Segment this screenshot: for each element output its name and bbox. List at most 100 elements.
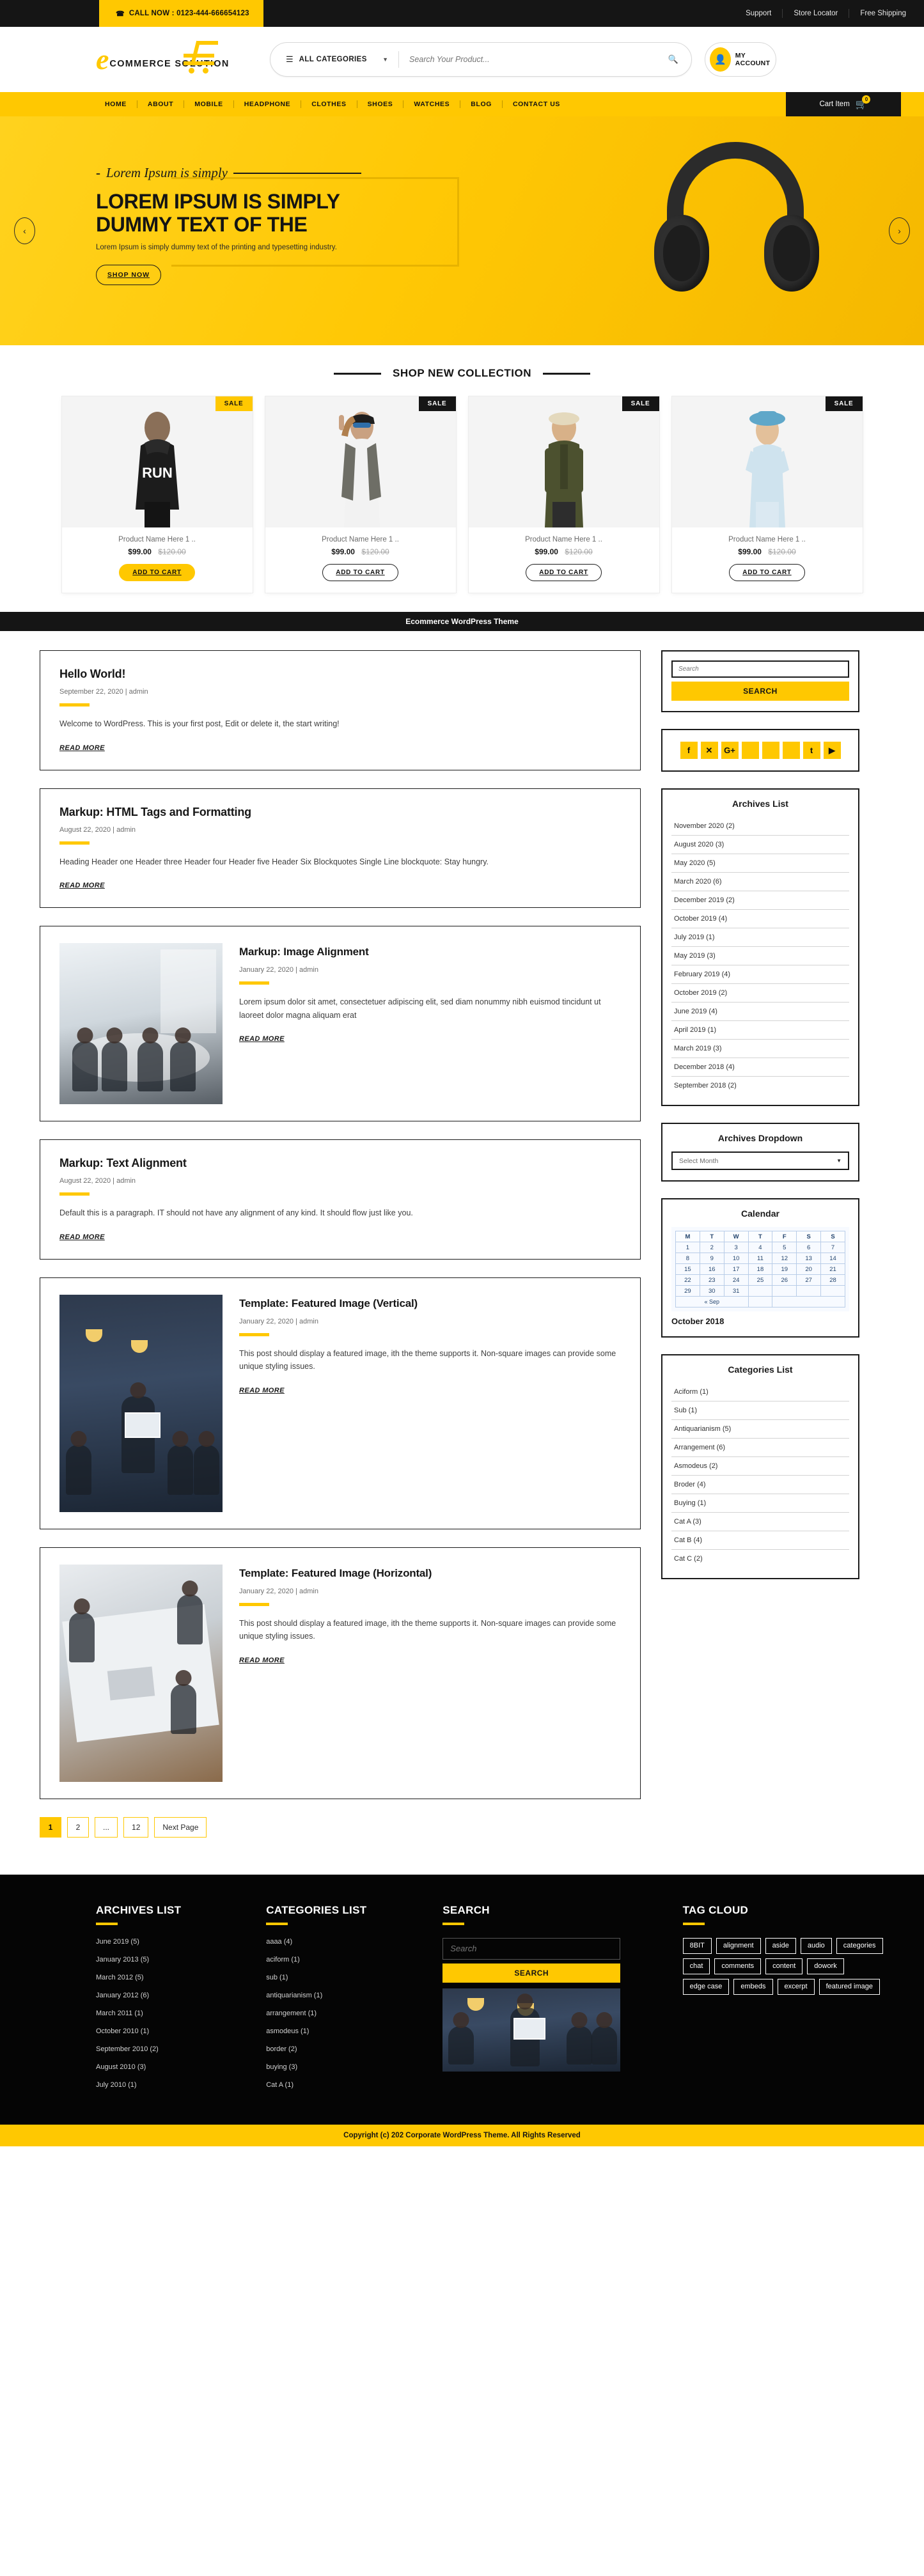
archive-item[interactable]: April 2019 (1) — [671, 1021, 849, 1040]
topbar-link-store-locator[interactable]: Store Locator — [783, 9, 850, 18]
calendar-day[interactable]: 9 — [699, 1253, 724, 1264]
footer-archive-item[interactable]: October 2010 (1) — [96, 2027, 266, 2035]
next-page-button[interactable]: Next Page — [154, 1816, 207, 1838]
tag-item[interactable]: featured image — [818, 1978, 880, 1995]
archive-item[interactable]: November 2020 (2) — [671, 817, 849, 836]
carousel-next-button[interactable]: › — [889, 217, 910, 244]
footer-archive-item[interactable]: September 2010 (2) — [96, 2045, 266, 2053]
category-item[interactable]: Aciform (1) — [671, 1383, 849, 1401]
calendar-day[interactable]: 11 — [748, 1253, 773, 1264]
nav-item-home[interactable]: HOME — [95, 100, 137, 108]
product-search-input[interactable] — [399, 55, 655, 64]
calendar-prev-month-link[interactable]: « Sep — [675, 1296, 749, 1308]
footer-category-item[interactable]: arrangement (1) — [266, 2010, 442, 2017]
calendar-day[interactable]: 16 — [699, 1263, 724, 1275]
category-item[interactable]: Arrangement (6) — [671, 1439, 849, 1457]
topbar-link-support[interactable]: Support — [735, 9, 783, 18]
tag-item[interactable]: excerpt — [777, 1978, 815, 1995]
tag-item[interactable]: alignment — [716, 1937, 761, 1954]
topbar-link-free-shipping[interactable]: Free Shipping — [849, 9, 906, 18]
product-card[interactable]: SALE Product Name Here 1 .. $99.00 $120.… — [468, 396, 659, 593]
footer-archive-item[interactable]: January 2012 (6) — [96, 1992, 266, 1999]
archive-item[interactable]: December 2018 (4) — [671, 1058, 849, 1077]
archive-item[interactable]: June 2019 (4) — [671, 1003, 849, 1021]
calendar-day[interactable]: 6 — [796, 1242, 822, 1253]
read-more-link[interactable]: READ MORE — [59, 744, 105, 752]
social-icon-6[interactable] — [782, 742, 800, 759]
calendar-day[interactable]: 24 — [723, 1274, 749, 1286]
calendar-day[interactable]: 21 — [820, 1263, 845, 1275]
facebook-icon[interactable]: f — [680, 742, 698, 759]
google-plus-icon[interactable]: G+ — [721, 742, 739, 759]
calendar-day[interactable]: 31 — [723, 1285, 749, 1297]
calendar-day[interactable]: 2 — [699, 1242, 724, 1253]
post-title[interactable]: Template: Featured Image (Vertical) — [239, 1297, 621, 1311]
nav-item-blog[interactable]: BLOG — [460, 100, 503, 108]
footer-archive-item[interactable]: July 2010 (1) — [96, 2081, 266, 2089]
tag-item[interactable]: dowork — [807, 1958, 844, 1974]
archive-item[interactable]: March 2019 (3) — [671, 1040, 849, 1058]
archive-item[interactable]: September 2018 (2) — [671, 1077, 849, 1095]
calendar-day[interactable]: 19 — [772, 1263, 797, 1275]
category-item[interactable]: Antiquarianism (5) — [671, 1420, 849, 1439]
category-item[interactable]: Cat B (4) — [671, 1531, 849, 1550]
calendar-day[interactable]: 3 — [723, 1242, 749, 1253]
tag-item[interactable]: edge case — [682, 1978, 730, 1995]
shop-now-button[interactable]: SHOP NOW — [96, 265, 161, 286]
calendar-day[interactable]: 7 — [820, 1242, 845, 1253]
footer-category-item[interactable]: aciform (1) — [266, 1956, 442, 1963]
nav-item-clothes[interactable]: CLOTHES — [301, 100, 357, 108]
calendar-day[interactable]: 1 — [675, 1242, 700, 1253]
tag-item[interactable]: content — [765, 1958, 803, 1974]
calendar-day[interactable]: 27 — [796, 1274, 822, 1286]
calendar-day[interactable]: 30 — [699, 1285, 724, 1297]
nav-item-headphone[interactable]: HEADPHONE — [234, 100, 302, 108]
category-item[interactable]: Buying (1) — [671, 1494, 849, 1513]
social-icon-4[interactable] — [741, 742, 759, 759]
post-title[interactable]: Markup: Text Alignment — [59, 1157, 621, 1170]
category-item[interactable]: Broder (4) — [671, 1476, 849, 1494]
tag-item[interactable]: audio — [800, 1937, 832, 1954]
nav-item-contact-us[interactable]: CONTACT US — [503, 100, 570, 108]
product-card[interactable]: SALE RUN Product Name Here 1 .. $99.00 $… — [61, 396, 253, 593]
page-button-2[interactable]: 2 — [67, 1816, 89, 1838]
tag-item[interactable]: 8BIT — [682, 1937, 712, 1954]
tag-item[interactable]: categories — [836, 1937, 883, 1954]
archive-item[interactable]: July 2019 (1) — [671, 928, 849, 947]
calendar-day[interactable]: 13 — [796, 1253, 822, 1264]
read-more-link[interactable]: READ MORE — [239, 1035, 285, 1043]
sidebar-search-button[interactable]: SEARCH — [671, 682, 849, 701]
calendar-day[interactable]: 22 — [675, 1274, 700, 1286]
footer-category-item[interactable]: antiquarianism (1) — [266, 1992, 442, 1999]
footer-category-item[interactable]: border (2) — [266, 2045, 442, 2053]
footer-category-item[interactable]: buying (3) — [266, 2063, 442, 2071]
post-title[interactable]: Template: Featured Image (Horizontal) — [239, 1567, 621, 1581]
youtube-icon[interactable]: ▶ — [823, 742, 841, 759]
product-card[interactable]: SALE Product Name Here 1 .. $99.00 $120.… — [265, 396, 456, 593]
tag-item[interactable]: embeds — [733, 1978, 773, 1995]
nav-item-watches[interactable]: WATCHES — [403, 100, 461, 108]
post-title[interactable]: Markup: HTML Tags and Formatting — [59, 806, 621, 819]
tag-item[interactable]: chat — [682, 1958, 710, 1974]
archive-item[interactable]: August 2020 (3) — [671, 836, 849, 854]
footer-archive-item[interactable]: March 2011 (1) — [96, 2010, 266, 2017]
calendar-day[interactable]: 20 — [796, 1263, 822, 1275]
cart-item-button[interactable]: Cart Item 🛒 0 — [786, 92, 901, 116]
category-item[interactable]: Asmodeus (2) — [671, 1457, 849, 1476]
calendar-day[interactable]: 25 — [748, 1274, 773, 1286]
page-button-1[interactable]: 1 — [40, 1816, 61, 1838]
calendar-day[interactable]: 17 — [723, 1263, 749, 1275]
calendar-day[interactable]: 12 — [772, 1253, 797, 1264]
footer-archive-item[interactable]: March 2012 (5) — [96, 1974, 266, 1981]
social-icon-5[interactable] — [762, 742, 779, 759]
add-to-cart-button[interactable]: ADD TO CART — [526, 564, 602, 581]
calendar-day[interactable]: 23 — [699, 1274, 724, 1286]
calendar-day[interactable]: 4 — [748, 1242, 773, 1253]
carousel-prev-button[interactable]: ‹ — [14, 217, 35, 244]
nav-item-about[interactable]: ABOUT — [137, 100, 185, 108]
archive-item[interactable]: December 2019 (2) — [671, 891, 849, 910]
twitter-x-icon[interactable]: ✕ — [700, 742, 718, 759]
calendar-day[interactable]: 15 — [675, 1263, 700, 1275]
calendar-day[interactable]: 5 — [772, 1242, 797, 1253]
read-more-link[interactable]: READ MORE — [59, 1233, 105, 1241]
